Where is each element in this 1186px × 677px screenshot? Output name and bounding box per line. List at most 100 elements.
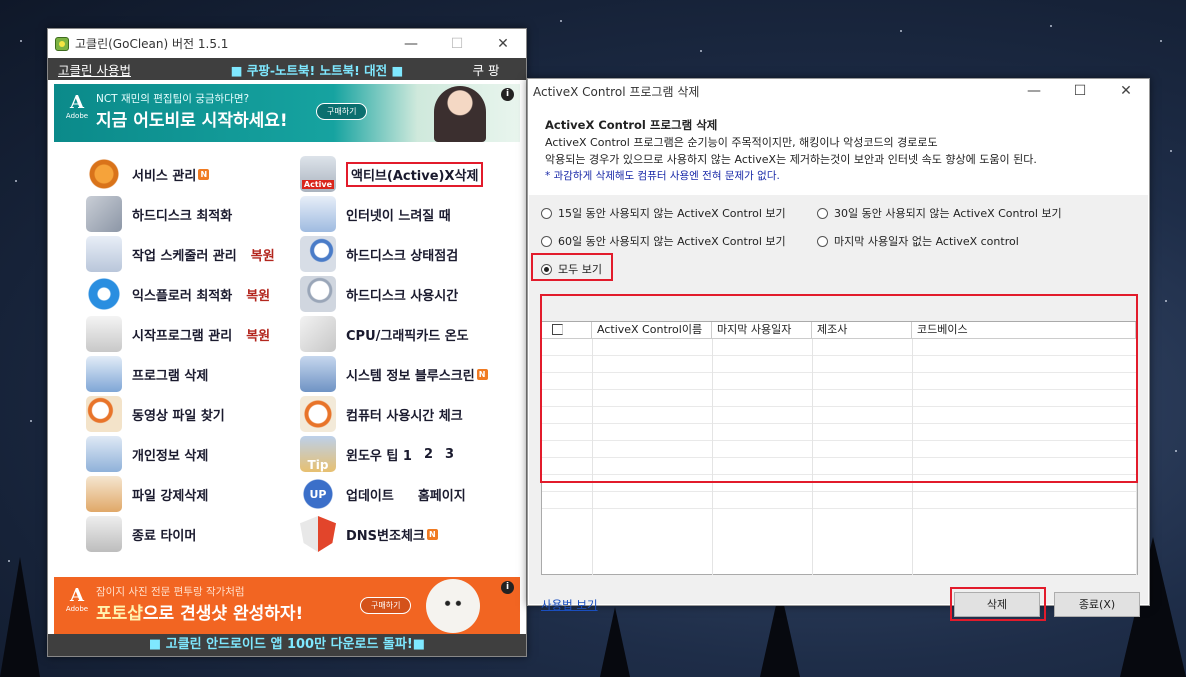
minimize-button[interactable]: — (1011, 83, 1057, 99)
tool-internet-slow[interactable]: 인터넷이 느려질 때 (300, 196, 451, 232)
maximize-button[interactable]: ☐ (434, 36, 480, 52)
tool-usage-time[interactable]: 컴퓨터 사용시간 체크 (300, 396, 463, 432)
tool-activex-delete[interactable]: Active 액티브(Active)X삭제 (300, 156, 484, 192)
file-delete-icon (86, 476, 122, 512)
minimize-button[interactable]: — (388, 36, 434, 52)
exit-button[interactable]: 종료(X) (1054, 592, 1140, 617)
tool-label: 작업 스케줄러 관리 (132, 248, 237, 264)
radio-60days[interactable]: 60일 동안 사용되지 않는 ActiveX Control 보기 (541, 233, 786, 249)
update-icon: UP (300, 476, 336, 512)
goclean-app-icon (55, 36, 69, 51)
tool-label: 컴퓨터 사용시간 체크 (346, 408, 463, 424)
restore-link[interactable]: 복원 (246, 285, 270, 304)
tool-label: 서비스 관리 (132, 168, 197, 184)
tool-label: 윈도우 팁 1 (346, 448, 412, 464)
tool-label: 액티브(Active)X삭제 (346, 161, 484, 187)
adobe-logo-icon: A Adobe (65, 585, 89, 614)
tool-dns-check[interactable]: DNS변조체크 N (300, 516, 438, 552)
arrow-up-icon (300, 196, 336, 232)
gear-icon (86, 156, 122, 192)
android-app-footer[interactable]: ■ 고클린 안드로이드 앱 100만 다운로드 돌파!■ (48, 634, 526, 656)
banner-top-headline: 지금 어도비로 시작하세요! (96, 111, 288, 131)
coupang-ad-link[interactable]: ■ 쿠팡-노트북! 노트북! 대전 ■ (178, 60, 456, 79)
close-button[interactable]: ✕ (480, 36, 526, 52)
tip-3-link[interactable]: 3 (445, 447, 454, 462)
goclean-titlebar: 고클린(GoClean) 버전 1.5.1 — ☐ ✕ (48, 29, 526, 58)
tool-label: 익스플로러 최적화 (132, 288, 233, 304)
activex-body: ActiveX Control 프로그램 삭제 ActiveX Control … (529, 103, 1148, 621)
tool-label: 시스템 정보 블루스크린 (346, 368, 475, 384)
tool-disk-time[interactable]: 하드디스크 사용시간 (300, 276, 458, 312)
wrench-disk-icon (86, 196, 122, 232)
coupang-link[interactable]: 쿠 팡 (456, 60, 516, 79)
radio-circle (817, 235, 828, 247)
tool-update[interactable]: UP 업데이트 홈페이지 (300, 476, 466, 512)
radio-no-last-date[interactable]: 마지막 사용일자 없는 ActiveX control (817, 233, 1019, 249)
tool-program-delete[interactable]: 프로그램 삭제 (86, 356, 209, 392)
tool-scheduler[interactable]: 작업 스케줄러 관리 복원 (86, 236, 275, 272)
adobe-banner-bottom[interactable]: A Adobe 잠이지 사진 전문 편투랑 작가처럼 포토샵으로 견생샷 완성하자… (54, 577, 520, 635)
shield-icon (300, 516, 336, 552)
banner-top-buy-button[interactable]: 구매하기 (316, 103, 368, 120)
radio-label: 15일 동안 사용되지 않는 ActiveX Control 보기 (558, 207, 786, 220)
tool-privacy-delete[interactable]: 개인정보 삭제 (86, 436, 208, 472)
adobe-logo-icon: A Adobe (65, 92, 89, 121)
homepage-link[interactable]: 홈페이지 (418, 485, 466, 504)
radio-15days[interactable]: 15일 동안 사용되지 않는 ActiveX Control 보기 (541, 205, 786, 221)
activex-icon: Active (300, 156, 336, 192)
highlight-show-all (531, 253, 613, 281)
tip-2-link[interactable]: 2 (424, 447, 433, 462)
tool-disk-check[interactable]: 하드디스크 상태점검 (300, 236, 458, 272)
close-button[interactable]: ✕ (1103, 83, 1149, 99)
tool-system-info[interactable]: 시스템 정보 블루스크린 N (300, 356, 488, 392)
desc-line-2: 악용되는 경우가 있으므로 사용하지 않는 ActiveX는 제거하는것이 보안… (545, 153, 1037, 166)
tool-label: 프로그램 삭제 (132, 368, 209, 384)
highlight-delete (950, 587, 1046, 621)
thermometer-icon (300, 316, 336, 352)
tool-explorer-optimize[interactable]: 익스플로러 최적화 복원 (86, 276, 270, 312)
radio-30days[interactable]: 30일 동안 사용되지 않는 ActiveX Control 보기 (817, 205, 1062, 221)
radio-label: 마지막 사용일자 없는 ActiveX control (834, 235, 1019, 248)
new-badge: N (426, 528, 438, 540)
info-icon[interactable]: i (501, 581, 514, 594)
usage-link[interactable]: 고클린 사용법 (58, 60, 178, 79)
activex-heading: ActiveX Control 프로그램 삭제 (545, 118, 718, 132)
tool-force-delete[interactable]: 파일 강제삭제 (86, 476, 209, 512)
checklist-icon (86, 356, 122, 392)
radio-label: 60일 동안 사용되지 않는 ActiveX Control 보기 (558, 235, 786, 248)
tool-disk-optimize[interactable]: 하드디스크 최적화 (86, 196, 233, 232)
dog-photo (426, 579, 480, 633)
activex-title: ActiveX Control 프로그램 삭제 (533, 84, 700, 99)
tool-label: 시작프로그램 관리 (132, 328, 233, 344)
maximize-button[interactable]: ☐ (1057, 83, 1103, 99)
tool-label: 인터넷이 느려질 때 (346, 208, 451, 224)
restore-link[interactable]: 복원 (246, 325, 270, 344)
document-list-icon (86, 316, 122, 352)
tool-startup-manage[interactable]: 시작프로그램 관리 복원 (86, 316, 270, 352)
calendar-clock-icon (86, 236, 122, 272)
restore-link[interactable]: 복원 (251, 245, 275, 264)
tool-video-search[interactable]: 동영상 파일 찾기 (86, 396, 225, 432)
tool-label: 파일 강제삭제 (132, 488, 209, 504)
desc-note: * 과감하게 삭제해도 컴퓨터 사용엔 전혀 문제가 없다. (545, 170, 780, 182)
sleep-icon (86, 516, 122, 552)
computer-icon (300, 356, 336, 392)
tool-label: 하드디스크 최적화 (132, 208, 233, 224)
radio-circle (541, 207, 552, 219)
new-badge: N (198, 168, 210, 180)
tool-windows-tips[interactable]: Tip 윈도우 팁 1 2 3 (300, 436, 454, 472)
radio-label: 30일 동안 사용되지 않는 ActiveX Control 보기 (834, 207, 1062, 220)
banner-bottom-buy-button[interactable]: 구매하기 (360, 597, 412, 614)
help-link[interactable]: 사용법 보기 (541, 597, 598, 613)
banner-bottom-headline: 포토샵으로 견생샷 완성하자! (96, 604, 304, 624)
document-edit-icon (86, 436, 122, 472)
radio-circle (817, 207, 828, 219)
info-icon[interactable]: i (501, 88, 514, 101)
tool-service-manage[interactable]: 서비스 관리 N (86, 156, 210, 192)
tool-shutdown-timer[interactable]: 종료 타이머 (86, 516, 197, 552)
banner-top-small-text: NCT 재민의 편집팁이 궁금하다면? (96, 93, 250, 105)
disk-magnifier-icon (300, 236, 336, 272)
tool-cpu-temp[interactable]: CPU/그래픽카드 온도 (300, 316, 469, 352)
tool-label: 종료 타이머 (132, 528, 197, 544)
adobe-banner-top[interactable]: A Adobe NCT 재민의 편집팁이 궁금하다면? 지금 어도비로 시작하세요… (54, 84, 520, 142)
